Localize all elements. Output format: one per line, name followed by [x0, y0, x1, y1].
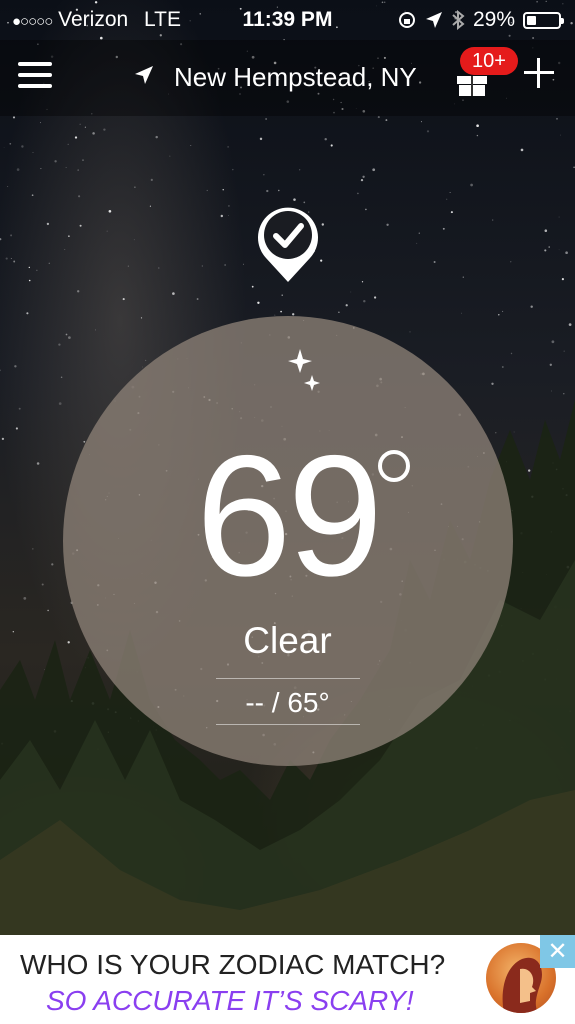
bluetooth-icon — [452, 10, 465, 30]
divider-top — [216, 678, 360, 679]
ad-headline[interactable]: WHO IS YOUR ZODIAC MATCH? — [20, 949, 445, 981]
battery-fill — [527, 15, 536, 25]
clear-night-moon-icon — [264, 349, 320, 412]
top-nav: New Hempstead, NY 10+ — [0, 40, 575, 116]
checkmark-pin-icon[interactable] — [252, 200, 324, 284]
location-arrow-icon — [135, 66, 153, 84]
notification-badge[interactable]: 10+ — [460, 47, 518, 75]
high-low-temperature: -- / 65° — [245, 687, 330, 718]
current-temperature: 69 — [195, 420, 383, 612]
ad-tagline[interactable]: SO ACCURATE IT’S SCARY! — [46, 985, 414, 1017]
ad-close-button[interactable]: ✕ — [540, 935, 575, 968]
battery-percent: 29% — [472, 8, 515, 31]
location-name[interactable]: New Hempstead, NY — [174, 62, 417, 93]
battery-icon — [523, 11, 564, 29]
location-services-icon — [425, 12, 442, 28]
status-icons: 29% — [397, 8, 564, 32]
rotation-lock-icon — [398, 12, 415, 28]
ad-banner[interactable]: WHO IS YOUR ZODIAC MATCH? SO ACCURATE IT… — [0, 935, 575, 1024]
degree-symbol — [378, 450, 410, 482]
divider-bottom — [216, 724, 360, 725]
menu-icon[interactable] — [18, 62, 52, 88]
weather-condition: Clear — [243, 620, 332, 661]
status-bar: ●○○○○ Verizon LTE 11:39 PM 29% — [0, 0, 575, 40]
add-location-icon[interactable] — [524, 58, 554, 88]
